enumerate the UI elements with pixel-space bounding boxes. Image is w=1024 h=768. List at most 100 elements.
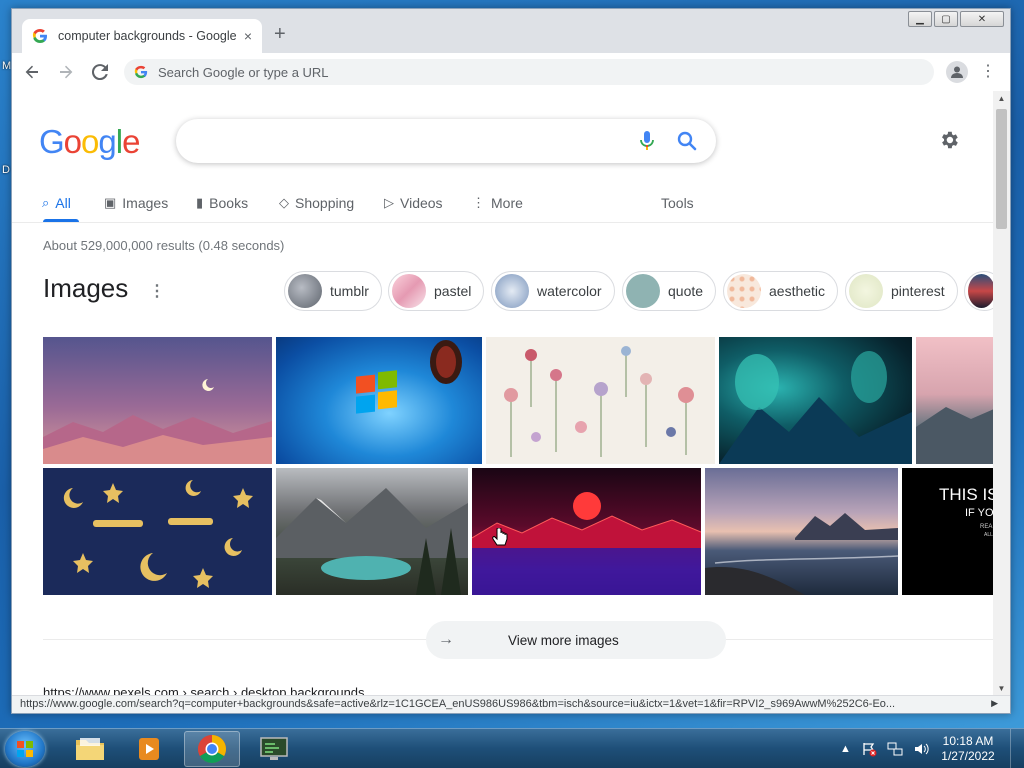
- microphone-icon[interactable]: [640, 131, 654, 151]
- tab-shopping[interactable]: ◇ Shopping: [279, 191, 354, 215]
- chip-watercolor[interactable]: watercolor: [491, 271, 615, 311]
- tools-button[interactable]: Tools: [661, 191, 694, 215]
- new-tab-button[interactable]: +: [274, 24, 286, 44]
- search-icon[interactable]: [676, 130, 698, 152]
- start-button[interactable]: [5, 731, 45, 767]
- minimize-button[interactable]: ▁: [908, 11, 932, 27]
- omnibox[interactable]: [124, 59, 934, 85]
- chip-thumbnail: [392, 274, 426, 308]
- taskbar-explorer[interactable]: [62, 731, 118, 767]
- tab-more[interactable]: ⋮ More: [472, 191, 523, 215]
- reload-button[interactable]: [86, 58, 114, 86]
- tab-label: Shopping: [295, 195, 355, 211]
- scroll-down-icon[interactable]: ▼: [993, 681, 1010, 695]
- scrollbar-thumb[interactable]: [996, 109, 1007, 229]
- window-controls: ▁ ▢ ✕: [908, 11, 1004, 27]
- svg-text:ALL: ALL: [984, 532, 993, 538]
- profile-avatar[interactable]: [946, 61, 968, 83]
- taskbar-chrome[interactable]: [184, 731, 240, 767]
- show-desktop-button[interactable]: [1010, 729, 1024, 768]
- omnibox-input[interactable]: [158, 64, 858, 80]
- view-more-label: View more images: [508, 632, 619, 648]
- status-bar: https://www.google.com/search?q=computer…: [12, 695, 1010, 713]
- logo-letter: g: [98, 123, 116, 160]
- chip-quote[interactable]: quote: [622, 271, 717, 311]
- chip-thumbnail: [626, 274, 660, 308]
- google-favicon-icon: [32, 29, 47, 43]
- forward-button[interactable]: [52, 58, 80, 86]
- scroll-up-icon[interactable]: ▲: [993, 91, 1010, 105]
- back-button[interactable]: [18, 58, 46, 86]
- chip-label: aesthetic: [769, 283, 826, 299]
- monitor-icon: [260, 737, 288, 760]
- mouse-cursor-hand-icon: [492, 528, 508, 546]
- logo-letter: e: [122, 123, 140, 160]
- chip-label: tumblr: [330, 283, 369, 299]
- maximize-button[interactable]: ▢: [934, 11, 958, 27]
- tray-expand-icon[interactable]: ▲: [840, 743, 851, 755]
- browser-toolbar: ⋮: [12, 53, 1010, 91]
- tab-all[interactable]: ⌕ All: [42, 191, 71, 215]
- taskbar-terminal[interactable]: [246, 731, 302, 767]
- chip-thumbnail: [727, 274, 761, 308]
- status-url: https://www.google.com/search?q=computer…: [20, 698, 896, 710]
- chip-thumbnail: [968, 274, 994, 308]
- image-result-moon-stars[interactable]: [43, 468, 272, 595]
- taskbar-clock[interactable]: 10:18 AM 1/27/2022: [938, 734, 998, 764]
- logo-letter: o: [81, 123, 99, 160]
- chip-partial[interactable]: [964, 271, 994, 311]
- network-icon[interactable]: [887, 741, 903, 757]
- search-box[interactable]: [176, 119, 716, 163]
- result-url[interactable]: https://www.pexels.com › search › deskto…: [43, 685, 365, 695]
- image-result-dusk-mountains[interactable]: [43, 337, 272, 464]
- settings-gear-icon[interactable]: [938, 129, 960, 151]
- result-stats: About 529,000,000 results (0.48 seconds): [43, 238, 285, 253]
- image-art: [356, 340, 462, 414]
- volume-icon[interactable]: [913, 741, 929, 757]
- taskbar-media-player[interactable]: [122, 731, 178, 767]
- chip-thumbnail: [288, 274, 322, 308]
- chip-label: pinterest: [891, 283, 945, 299]
- tab-label: More: [491, 195, 523, 211]
- google-logo[interactable]: Google: [39, 123, 140, 161]
- tab-label: Images: [122, 195, 169, 211]
- images-options-button[interactable]: ⋮: [149, 281, 165, 301]
- clock-time: 10:18 AM: [942, 734, 994, 748]
- scroll-right-icon[interactable]: ▶: [991, 698, 998, 709]
- image-art: [719, 351, 912, 464]
- image-result-sunset-sea[interactable]: [705, 468, 898, 595]
- image-result-pink-mountains[interactable]: [916, 337, 994, 464]
- tab-videos[interactable]: ▷ Videos: [384, 191, 443, 215]
- chip-pastel[interactable]: pastel: [388, 271, 485, 311]
- tab-books[interactable]: ▮ Books: [196, 191, 248, 215]
- image-result-aurora-trees[interactable]: [719, 337, 912, 464]
- chip-aesthetic[interactable]: aesthetic: [723, 271, 839, 311]
- chip-pinterest[interactable]: pinterest: [845, 271, 958, 311]
- image-icon: ▣: [104, 195, 117, 210]
- tab-images[interactable]: ▣ Images: [104, 191, 168, 215]
- image-art: THIS IS IF YO REA ALL: [939, 485, 994, 538]
- desktop-icon-label[interactable]: D: [2, 164, 10, 176]
- search-input[interactable]: [196, 131, 616, 149]
- page-scrollbar[interactable]: ▲ ▼: [993, 91, 1010, 695]
- image-result-windows7[interactable]: [276, 337, 482, 464]
- divider: [12, 222, 994, 223]
- image-art: [916, 407, 994, 464]
- clock-date: 1/27/2022: [941, 749, 995, 763]
- forward-arrow-icon: [60, 65, 73, 79]
- tab-label: All: [55, 195, 71, 211]
- svg-text:IF YO: IF YO: [965, 507, 994, 519]
- action-center-flag-icon[interactable]: [861, 741, 877, 757]
- image-result-pressed-flowers[interactable]: [486, 337, 715, 464]
- logo-letter: o: [63, 123, 82, 160]
- tab-close-icon[interactable]: ×: [244, 28, 252, 44]
- browser-tab[interactable]: computer backgrounds - Google Search ×: [22, 19, 262, 53]
- view-more-images-button[interactable]: → View more images: [426, 621, 726, 659]
- image-result-quote-black[interactable]: THIS IS IF YO REA ALL: [902, 468, 994, 595]
- image-result-mountain-lake[interactable]: [276, 468, 468, 595]
- chrome-menu-button[interactable]: ⋮: [980, 61, 996, 83]
- system-tray: ▲: [840, 729, 929, 768]
- close-window-button[interactable]: ✕: [960, 11, 1004, 27]
- chip-tumblr[interactable]: tumblr: [284, 271, 382, 311]
- desktop-icon-label[interactable]: M: [2, 60, 11, 72]
